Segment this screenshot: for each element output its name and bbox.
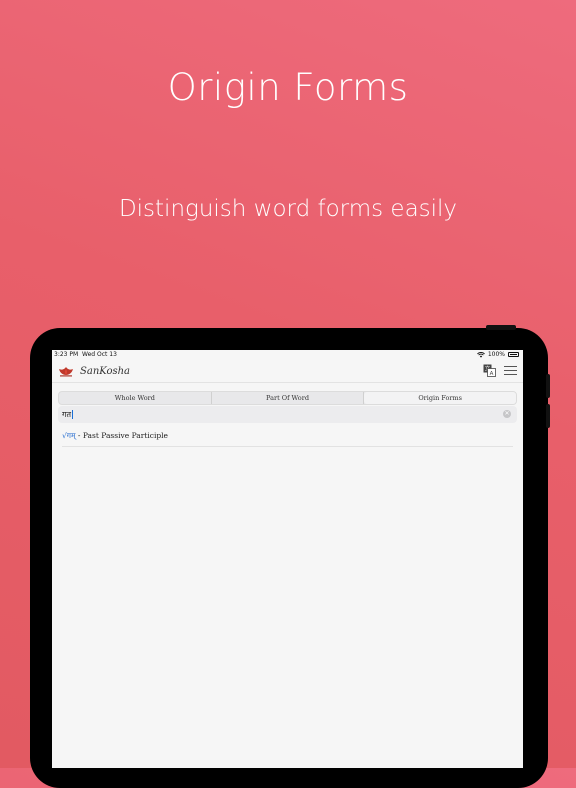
search-input[interactable]: गत ✕ — [58, 406, 517, 423]
clear-search-icon[interactable]: ✕ — [503, 410, 511, 418]
marketing-subtitle: Distinguish word forms easily — [118, 196, 458, 222]
translate-icon[interactable]: 文 A — [483, 364, 496, 377]
result-separator: - — [75, 431, 83, 440]
nav-bar: SanKosha 文 A — [52, 360, 523, 383]
wifi-icon — [476, 351, 485, 358]
tab-whole-word[interactable]: Whole Word — [59, 392, 212, 404]
status-time-date: 3:23 PM Wed Oct 13 — [54, 351, 117, 358]
status-date: Wed Oct 13 — [82, 351, 117, 358]
svg-text:A: A — [490, 371, 494, 377]
result-form: Past Passive Participle — [82, 431, 168, 440]
status-right: 100% — [476, 351, 519, 358]
device-top-button — [486, 325, 516, 330]
result-root: √गम् — [62, 431, 76, 440]
search-mode-tabs: Whole Word Part Of Word Origin Forms — [58, 391, 517, 405]
nav-actions: 文 A — [483, 364, 517, 377]
marketing-title: Origin Forms — [167, 66, 409, 109]
battery-icon — [508, 352, 519, 357]
battery-percent: 100% — [487, 351, 505, 358]
text-caret — [72, 410, 74, 419]
logo-icon — [59, 367, 73, 377]
device-volume-down-button — [546, 404, 550, 428]
device-volume-up-button — [546, 374, 550, 398]
status-bar: 3:23 PM Wed Oct 13 100% — [52, 350, 523, 360]
menu-icon[interactable] — [504, 365, 517, 376]
brand-name: SanKosha — [80, 365, 131, 377]
status-time: 3:23 PM — [54, 351, 79, 358]
app-screen: 3:23 PM Wed Oct 13 100% SanKosha 文 A — [52, 350, 523, 768]
result-list-item[interactable]: √गम् - Past Passive Participle — [62, 431, 513, 447]
tab-origin-forms[interactable]: Origin Forms — [364, 392, 517, 404]
search-value: गत — [62, 410, 72, 419]
tab-part-of-word[interactable]: Part Of Word — [212, 392, 365, 404]
search-text: गत — [62, 409, 74, 420]
